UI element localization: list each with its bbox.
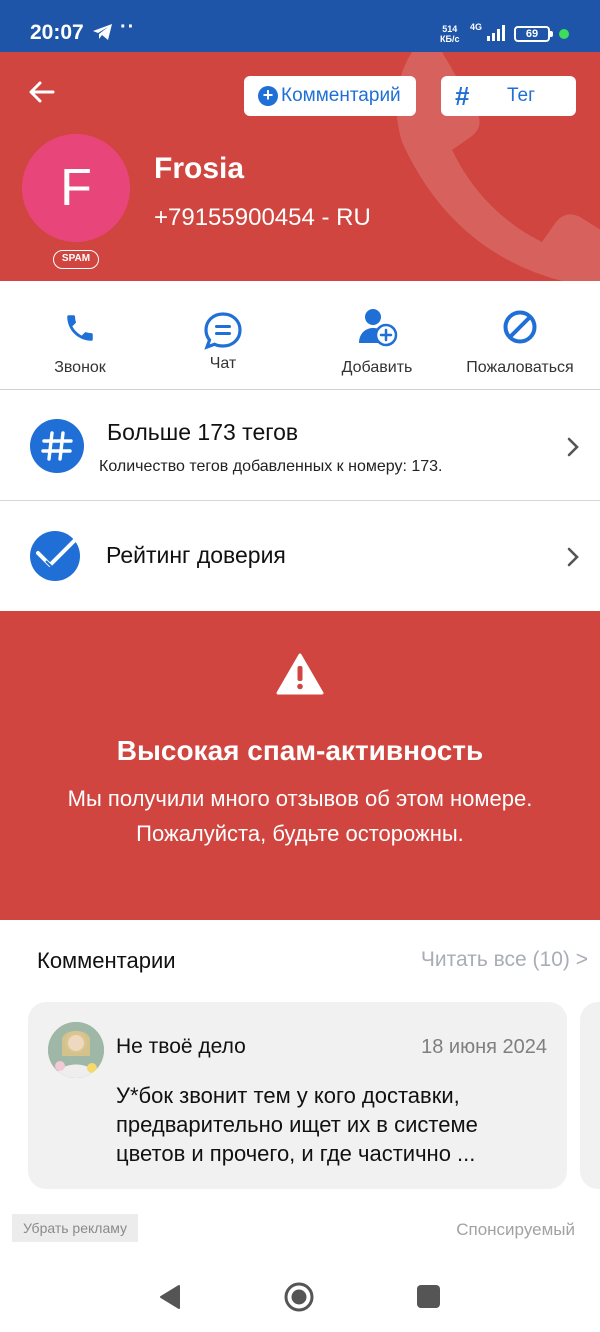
action-bar: Звонок Чат Добавить Пожаловаться [0, 281, 600, 390]
comment-avatar [48, 1022, 104, 1078]
speed-value: 514 [442, 24, 458, 34]
comment-date: 18 июня 2024 [421, 1036, 547, 1058]
telegram-icon [93, 24, 112, 40]
hash-icon [41, 431, 73, 461]
notification-dots: ·· [120, 16, 136, 38]
block-icon [503, 310, 537, 344]
chat-label: Чат [209, 355, 237, 372]
trust-rating-row[interactable]: Рейтинг доверия [0, 502, 600, 610]
next-comment-card[interactable] [580, 1002, 600, 1189]
remove-ads-button[interactable]: Убрать рекламу [12, 1214, 138, 1242]
spam-warning-panel: Высокая спам-активность Мы получили мног… [0, 611, 600, 920]
status-time: 20:07 [30, 21, 84, 44]
tags-title: Больше 173 тегов [107, 419, 299, 445]
contact-header: + Комментарий # Тег F SPAM Frosia +79155… [0, 52, 600, 281]
double-check-icon [36, 537, 78, 568]
add-contact-button[interactable]: Добавить [327, 281, 427, 390]
add-contact-label: Добавить [341, 359, 413, 376]
nav-recents-icon[interactable] [417, 1285, 440, 1308]
warning-title: Высокая спам-активность [116, 735, 484, 766]
tags-subtitle: Количество тегов добавленных к номеру: 1… [99, 458, 443, 475]
avatar-image [48, 1022, 104, 1078]
nav-home-icon[interactable] [283, 1281, 315, 1313]
comment-card[interactable]: Не твоё дело 18 июня 2024 У*бок звонит т… [28, 1002, 567, 1189]
chevron-right-icon [567, 437, 579, 457]
check-circle-icon [30, 531, 80, 581]
call-label: Звонок [54, 359, 106, 376]
add-tag-label: Тег [507, 85, 536, 106]
spam-badge: SPAM [53, 250, 99, 269]
battery-icon: 69 [514, 26, 553, 42]
warning-icon [276, 653, 324, 695]
add-comment-label: Комментарий [281, 85, 401, 106]
add-comment-button[interactable]: + Комментарий [244, 76, 416, 116]
tags-row[interactable]: Больше 173 тегов Количество тегов добавл… [0, 391, 600, 501]
report-button[interactable]: Пожаловаться [460, 281, 580, 390]
nav-back-icon[interactable] [158, 1284, 182, 1310]
warning-body: Мы получили много отзывов об этом номере… [60, 781, 540, 851]
chat-icon [204, 312, 242, 350]
sponsored-label: Спонсируемый [456, 1220, 575, 1239]
system-nav-bar [0, 1258, 600, 1332]
comment-author: Не твоё дело [116, 1035, 246, 1058]
contact-avatar: F [22, 134, 130, 242]
network-type: 4G [470, 22, 483, 32]
active-indicator-dot [559, 29, 569, 39]
read-all-link[interactable]: Читать все (10) > [421, 948, 588, 972]
call-button[interactable]: Звонок [30, 281, 130, 390]
comments-header: Комментарии [37, 948, 176, 973]
speed-unit: КБ/с [440, 34, 460, 44]
add-contact-icon [359, 309, 398, 347]
trust-title: Рейтинг доверия [106, 542, 286, 568]
report-label: Пожаловаться [466, 359, 574, 376]
hash-icon: # [455, 81, 470, 111]
phone-number: +79155900454 - RU [154, 204, 371, 231]
chevron-right-icon [567, 547, 579, 567]
warning-line-2: Пожалуйста, будьте осторожны. [136, 821, 464, 846]
phone-icon [67, 315, 93, 341]
page: 20:07 ·· 514 КБ/с 4G 69 + Комментарий # … [0, 0, 600, 1332]
network-speed: 514 КБ/с [440, 24, 459, 44]
hash-circle-icon [30, 419, 84, 473]
contact-name: Frosia [154, 152, 245, 185]
status-bar: 20:07 ·· 514 КБ/с 4G 69 [0, 0, 600, 52]
comment-text: У*бок звонит тем у кого доставки, предва… [116, 1083, 478, 1166]
warning-line-1: Мы получили много отзывов об этом номере… [67, 786, 533, 811]
back-arrow-icon[interactable] [26, 76, 58, 108]
add-tag-button[interactable]: # Тег [441, 76, 576, 116]
chat-button[interactable]: Чат [173, 281, 273, 390]
plus-circle-icon: + [258, 86, 278, 106]
signal-icon [487, 25, 505, 41]
